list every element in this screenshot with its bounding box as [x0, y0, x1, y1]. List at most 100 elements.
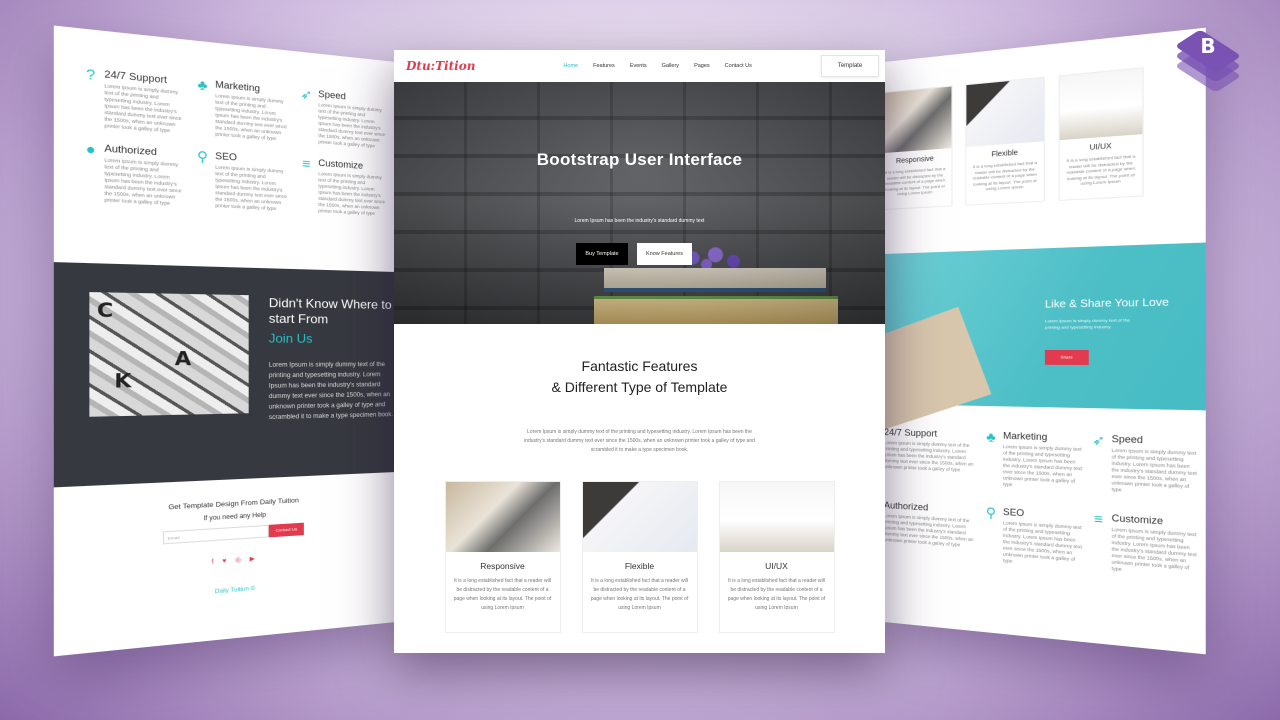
- feature-item: ♣ Marketing Lorem Ipsum is simply dummy te…: [194, 76, 290, 143]
- feature-item: ♣ Marketing Lorem Ipsum is simply dummy te…: [983, 428, 1083, 492]
- plant-icon: ♣: [197, 76, 208, 94]
- left-feature-grid: ? 24/7 Support Lorem Ipsum is simply dummy…: [54, 26, 396, 228]
- main-page-preview: Dtu:Tition Home Features Events Gallery …: [394, 50, 885, 653]
- feature-item: ⚲ SEO Lorem Ipsum is simply dummy text of …: [194, 148, 290, 213]
- feature-text: Lorem Ipsum is simply dummy text of the …: [1111, 447, 1197, 493]
- share-section: Like & Share Your Love Lorem Ipsum is si…: [884, 242, 1206, 431]
- feature-text: Lorem Ipsum is simply dummy text of the …: [215, 92, 287, 142]
- feature-item: ● Authorized Lorem Ipsum is simply dummy t…: [82, 140, 185, 207]
- bootstrap-letter: B: [1200, 34, 1216, 58]
- feature-title: Marketing: [1003, 430, 1048, 443]
- features-heading-line1: Fantastic Features: [581, 358, 698, 374]
- know-features-button[interactable]: Know Features: [637, 243, 692, 265]
- copyright: Daily Tuition ©: [214, 585, 256, 596]
- right-card: Responsive It is a long established fact …: [884, 85, 953, 211]
- right-page-preview: Responsive It is a long established fact …: [884, 27, 1206, 655]
- template-button[interactable]: Template: [821, 55, 879, 77]
- bootstrap-logo-icon: B: [1174, 26, 1242, 93]
- feature-text: Lorem Ipsum is simply dummy text of the …: [884, 440, 974, 473]
- join-text: Didn't Know Where to start From Join Us …: [269, 296, 396, 478]
- card-image: [884, 86, 952, 154]
- card-text: It is a long established fact that a rea…: [727, 578, 826, 611]
- card-text: It is a long established fact that a rea…: [1066, 153, 1136, 186]
- buy-template-button[interactable]: Buy Template: [576, 243, 628, 265]
- feature-title: Speed: [1111, 433, 1143, 446]
- card-image: [1059, 68, 1143, 141]
- nav-item-contact[interactable]: Contact Us: [725, 63, 752, 69]
- nav-item-events[interactable]: Events: [630, 63, 647, 69]
- feature-text: Lorem Ipsum is simply dummy text of the …: [1111, 526, 1197, 572]
- join-us-link[interactable]: Join Us: [269, 331, 396, 346]
- card-text: It is a long established fact that a rea…: [884, 165, 946, 197]
- feature-text: Lorem Ipsum is simply dummy text of the …: [318, 170, 385, 216]
- nav-item-gallery[interactable]: Gallery: [662, 63, 679, 69]
- contact-button[interactable]: Contact Us: [268, 522, 304, 538]
- right-card: Flexible It is a long established fact th…: [965, 76, 1045, 206]
- share-title: Like & Share Your Love: [1044, 296, 1169, 311]
- feature-title: Authorized: [104, 142, 157, 158]
- card-text: It is a long established fact that a rea…: [590, 578, 689, 611]
- feature-item: ≡ Customize Lorem Ipsum is simply dummy te…: [299, 155, 388, 217]
- hero-title: Bootstrap User Interface: [536, 150, 743, 169]
- sliders-icon: ≡: [1094, 510, 1104, 528]
- rocket-icon: ➶: [1092, 431, 1105, 449]
- site-logo[interactable]: Dtu:Tition: [406, 59, 475, 73]
- feature-item: 24/7 Support Lorem Ipsum is simply dummy …: [884, 427, 977, 487]
- feature-text: Lorem Ipsum is simply dummy text of the …: [104, 157, 182, 206]
- sliders-icon: ≡: [302, 155, 311, 172]
- hero-section: Bootstrap User Interface Lorem Ipsum has…: [394, 82, 885, 324]
- right-card: UI/UX It is a long established fact that …: [1058, 67, 1144, 201]
- join-section: C A K Didn't Know Where to start From Jo…: [53, 262, 396, 488]
- card-image: [719, 482, 834, 552]
- features-description: Lorem Ipsum is simply dummy text of the …: [524, 429, 755, 453]
- card-title: UI/UX: [765, 561, 788, 571]
- right-card-row: Responsive It is a long established fact …: [884, 28, 1206, 211]
- features-heading-line2: & Different Type of Template: [551, 379, 728, 395]
- presentation-stage: ? 24/7 Support Lorem Ipsum is simply dummy…: [0, 0, 1280, 720]
- card-title: Responsive: [895, 155, 934, 166]
- card-title: Flexible: [624, 561, 655, 571]
- hero-subtitle: Lorem Ipsum has been the industry's stan…: [574, 218, 705, 224]
- search-icon: ⚲: [196, 148, 209, 165]
- card-image: [966, 77, 1044, 147]
- social-icons[interactable]: f ♥ ◎ ▶: [54, 545, 396, 578]
- collage-image: C A K: [89, 292, 249, 417]
- feature-text: Lorem Ipsum is simply dummy text of the …: [884, 513, 974, 548]
- nav-menu: Home Features Events Gallery Pages Conta…: [563, 63, 751, 69]
- join-title-line2: start From: [268, 311, 329, 327]
- nav-item-pages[interactable]: Pages: [694, 63, 710, 69]
- join-paragraph: Lorem Ipsum is simply dummy text of the …: [268, 362, 394, 422]
- feature-item: Authorized Lorem Ipsum is simply dummy te…: [884, 500, 977, 562]
- left-footer: Get Template Design From Daily Tuition I…: [54, 472, 396, 609]
- feature-text: Lorem Ipsum is simply dummy text of the …: [318, 102, 385, 149]
- nav-item-home[interactable]: Home: [563, 63, 578, 69]
- card-text: It is a long established fact that a rea…: [972, 159, 1038, 192]
- rocket-icon: ➶: [300, 85, 313, 103]
- question-icon: ?: [86, 65, 96, 84]
- nav-item-features[interactable]: Features: [593, 63, 615, 69]
- feature-card-uiux[interactable]: UI/UX It is a long established fact that…: [718, 481, 835, 633]
- feature-title: Customize: [318, 157, 364, 171]
- join-title-line1: Didn't Know Where to: [268, 295, 392, 312]
- right-feature-grid: 24/7 Support Lorem Ipsum is simply dummy …: [884, 427, 1206, 579]
- feature-title: SEO: [215, 150, 237, 163]
- feature-item: ≡ Customize Lorem Ipsum is simply dummy te…: [1090, 511, 1198, 578]
- card-title: Flexible: [991, 149, 1018, 159]
- card-title: Responsive: [480, 561, 525, 571]
- users-icon: ●: [85, 140, 96, 158]
- card-title: UI/UX: [1089, 142, 1112, 152]
- left-page-preview: ? 24/7 Support Lorem Ipsum is simply dummy…: [53, 25, 396, 657]
- feature-card-responsive[interactable]: Responsive It is a long established fact…: [444, 481, 561, 633]
- card-text: It is a long established fact that a rea…: [453, 578, 552, 611]
- feature-card-flexible[interactable]: Flexible It is a long established fact t…: [581, 481, 698, 633]
- share-button[interactable]: Share: [1044, 349, 1089, 366]
- plant-icon: ♣: [986, 428, 996, 445]
- search-icon: ⚲: [985, 504, 997, 521]
- feature-title: Customize: [1111, 512, 1164, 527]
- card-image: [582, 482, 697, 552]
- feature-text: Lorem Ipsum is simply dummy text of the …: [1003, 443, 1083, 488]
- feature-title: SEO: [1003, 506, 1025, 519]
- feature-text: Lorem Ipsum is simply dummy text of the …: [1003, 520, 1083, 564]
- feature-cards: Responsive It is a long established fact…: [394, 481, 885, 633]
- email-field[interactable]: Email: [162, 524, 269, 545]
